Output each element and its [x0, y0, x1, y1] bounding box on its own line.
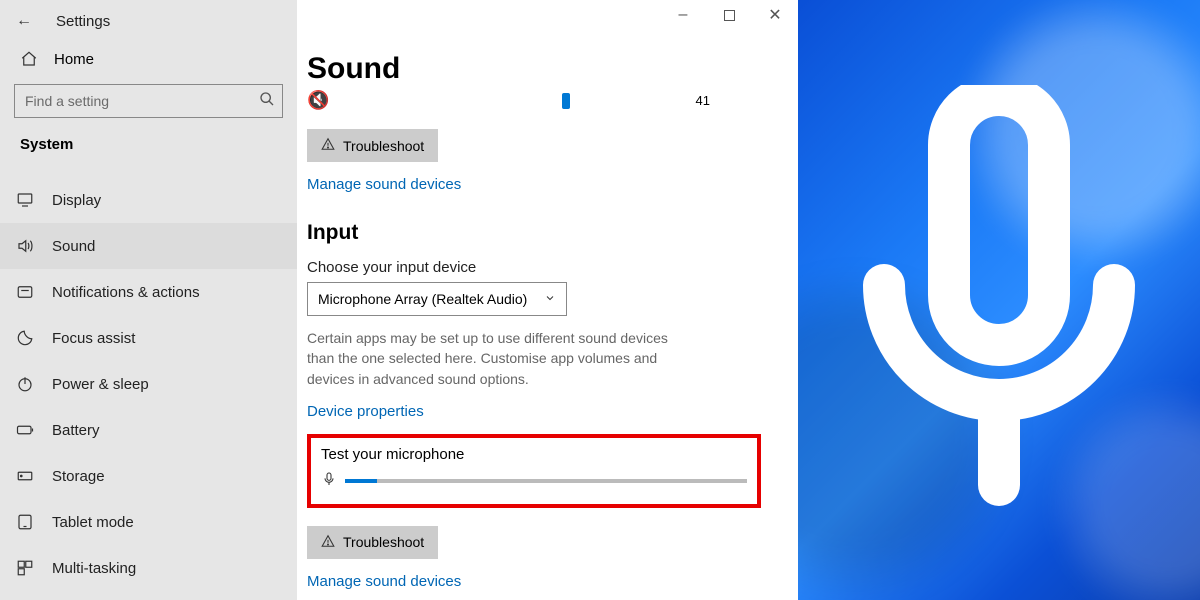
speaker-muted-icon: 🔇: [307, 90, 329, 111]
sidebar-item-label: Battery: [52, 422, 100, 439]
back-button[interactable]: ←: [16, 12, 32, 30]
sound-icon: [16, 237, 34, 255]
sidebar-menu: Display Sound Notifications & actions Fo…: [0, 177, 297, 591]
input-heading: Input: [307, 221, 770, 245]
input-device-select[interactable]: Microphone Array (Realtek Audio): [307, 282, 567, 316]
sidebar-item-label: Storage: [52, 468, 105, 485]
search-icon: [259, 91, 275, 112]
search-container: [14, 84, 283, 118]
sidebar-item-display[interactable]: Display: [0, 177, 297, 223]
sidebar-item-battery[interactable]: Battery: [0, 407, 297, 453]
sidebar-item-label: Notifications & actions: [52, 284, 200, 301]
storage-icon: [16, 467, 34, 485]
test-microphone-highlight: Test your microphone: [307, 434, 761, 508]
power-icon: [16, 375, 34, 393]
warning-icon: [321, 137, 335, 154]
page-title: Sound: [307, 52, 770, 86]
sidebar-item-tablet-mode[interactable]: Tablet mode: [0, 499, 297, 545]
sidebar-item-storage[interactable]: Storage: [0, 453, 297, 499]
sidebar-item-label: Power & sleep: [52, 376, 149, 393]
troubleshoot-label: Troubleshoot: [343, 138, 424, 154]
home-nav[interactable]: Home: [14, 40, 283, 78]
sidebar-item-label: Multi-tasking: [52, 560, 136, 577]
sidebar-item-label: Tablet mode: [52, 514, 134, 531]
sidebar-item-power-sleep[interactable]: Power & sleep: [0, 361, 297, 407]
focus-assist-icon: [16, 329, 34, 347]
choose-input-label: Choose your input device: [307, 259, 770, 276]
manage-output-devices-link[interactable]: Manage sound devices: [307, 176, 770, 193]
search-input[interactable]: [14, 84, 283, 118]
mic-level-fill: [345, 479, 377, 483]
microphone-icon: [321, 471, 337, 492]
troubleshoot-input-button[interactable]: Troubleshoot: [307, 526, 438, 559]
category-heading: System: [14, 130, 283, 157]
troubleshoot-label: Troubleshoot: [343, 534, 424, 550]
maximize-button[interactable]: [706, 0, 752, 30]
manage-input-devices-link[interactable]: Manage sound devices: [307, 573, 770, 590]
sidebar-item-notifications[interactable]: Notifications & actions: [0, 269, 297, 315]
warning-icon: [321, 534, 335, 551]
sidebar-item-label: Display: [52, 192, 101, 209]
volume-value: 41: [696, 93, 710, 108]
sidebar-item-multitasking[interactable]: Multi-tasking: [0, 545, 297, 591]
input-device-value: Microphone Array (Realtek Audio): [318, 291, 527, 307]
sidebar-item-focus-assist[interactable]: Focus assist: [0, 315, 297, 361]
notifications-icon: [16, 283, 34, 301]
volume-slider-thumb[interactable]: [562, 93, 570, 109]
decorative-panel: [798, 0, 1200, 600]
settings-sidebar: ← Settings Home System Display Sound: [0, 0, 297, 600]
sidebar-item-sound[interactable]: Sound: [0, 223, 297, 269]
multitasking-icon: [16, 559, 34, 577]
close-button[interactable]: ✕: [752, 0, 798, 30]
display-icon: [16, 191, 34, 209]
sidebar-item-label: Focus assist: [52, 330, 135, 347]
battery-icon: [16, 421, 34, 439]
volume-row: 🔇 41: [307, 90, 770, 111]
home-icon: [20, 50, 38, 68]
minimize-button[interactable]: –: [660, 0, 706, 30]
tablet-icon: [16, 513, 34, 531]
mic-level-bar: [345, 479, 747, 483]
large-microphone-icon: [854, 85, 1144, 515]
test-mic-label: Test your microphone: [321, 446, 747, 463]
app-title: Settings: [56, 13, 110, 30]
main-panel: – ✕ Sound 🔇 41 Troubleshoot Manage sound…: [297, 0, 798, 600]
device-properties-link[interactable]: Device properties: [307, 403, 770, 420]
sidebar-item-label: Sound: [52, 238, 95, 255]
input-description: Certain apps may be set up to use differ…: [307, 328, 687, 389]
troubleshoot-output-button[interactable]: Troubleshoot: [307, 129, 438, 162]
chevron-down-icon: [544, 291, 556, 307]
home-label: Home: [54, 51, 94, 68]
window-controls: – ✕: [660, 0, 798, 30]
